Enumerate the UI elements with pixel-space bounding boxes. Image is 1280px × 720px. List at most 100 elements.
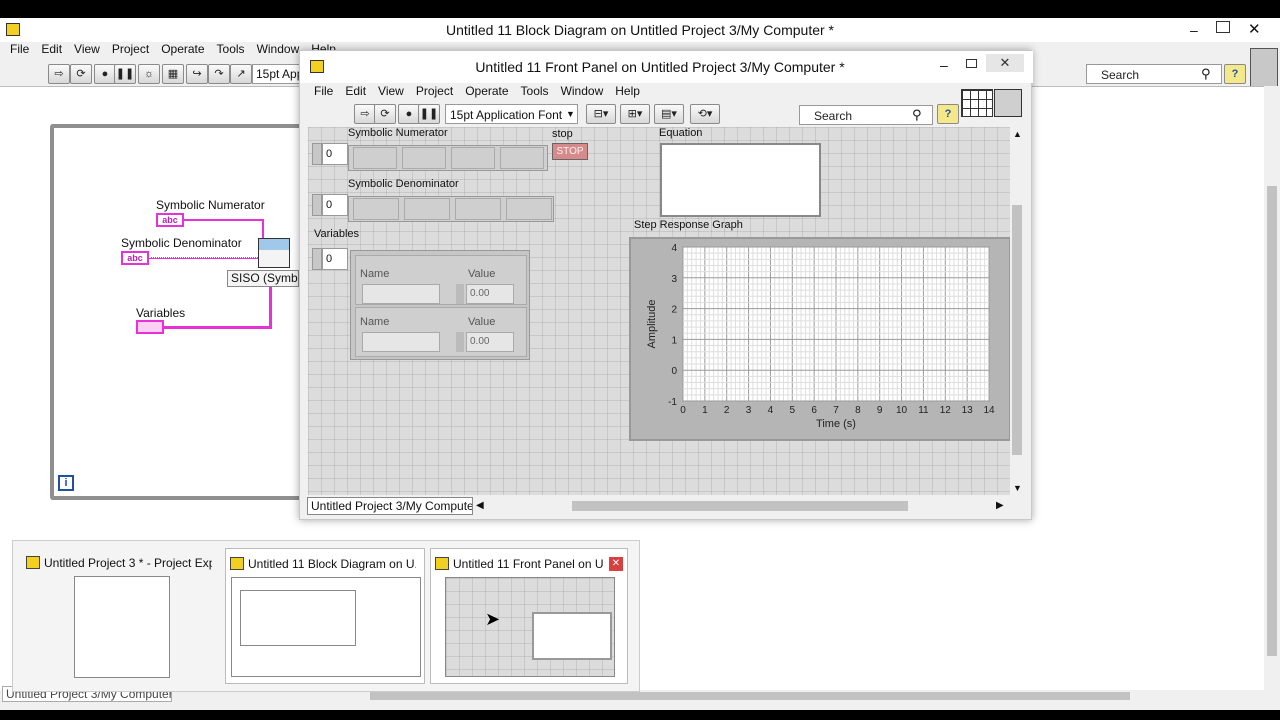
pause-icon[interactable]: ❚❚: [114, 64, 136, 84]
fp-menu-file[interactable]: File: [308, 80, 339, 102]
denominator-array[interactable]: [348, 196, 554, 222]
fp-menu-edit[interactable]: Edit: [339, 80, 372, 102]
fp-menu-tools[interactable]: Tools: [515, 80, 555, 102]
graph-plot-svg[interactable]: 0 1 2 3 4 5 6 7 8 9 10 11 12 13 1443210-1Time (s)Ampli…: [631, 239, 1009, 439]
variables-index[interactable]: 0: [322, 248, 348, 270]
siso-polymorphic-selector[interactable]: SISO (Symboli: [227, 270, 299, 287]
denominator-index-incrementer[interactable]: [312, 194, 322, 216]
numerator-array[interactable]: [348, 145, 548, 171]
bd-font-select[interactable]: 15pt App: [252, 64, 302, 84]
variable-cluster[interactable]: Name Value 0.00: [355, 307, 527, 357]
numerator-terminal[interactable]: abc: [156, 213, 184, 227]
fp-scroll-right-icon[interactable]: ▶: [996, 500, 1004, 511]
numerator-cell[interactable]: [402, 147, 446, 169]
numerator-cell[interactable]: [500, 147, 544, 169]
fp-search-icon[interactable]: ⚲: [912, 107, 922, 123]
fp-maximize-icon[interactable]: [966, 59, 977, 68]
bd-search-input[interactable]: Search ⚲: [1086, 64, 1222, 84]
denominator-cell[interactable]: [455, 198, 501, 220]
bd-menu-tools[interactable]: Tools: [211, 38, 251, 60]
variable-value-field[interactable]: 0.00: [466, 332, 514, 352]
fp-search-input[interactable]: Search ⚲: [799, 105, 933, 125]
fp-run-continuous-icon[interactable]: ⟳: [374, 104, 396, 124]
numerator-cell[interactable]: [353, 147, 397, 169]
fp-scroll-down-icon[interactable]: ▼: [1013, 483, 1022, 493]
thumbnail-close-icon[interactable]: ✕: [609, 557, 623, 571]
resize-objects-icon[interactable]: ▤▾: [654, 104, 684, 124]
restore-icon[interactable]: [1216, 21, 1230, 33]
fp-menu-window[interactable]: Window: [555, 80, 610, 102]
fp-run-arrow-icon[interactable]: ⇨: [354, 104, 376, 124]
fp-font-select[interactable]: 15pt Application Font ▼: [445, 104, 578, 124]
fp-horizontal-scrollbar[interactable]: [488, 499, 998, 513]
fp-vertical-scrollbar[interactable]: ▲ ▼: [1010, 127, 1024, 495]
variable-value-incrementer[interactable]: [456, 284, 464, 304]
run-arrow-icon[interactable]: ⇨: [48, 64, 70, 84]
variables-array[interactable]: Name Value 0.00 Name Value 0.00: [350, 250, 530, 360]
variables-wire-v[interactable]: [269, 280, 272, 328]
bd-menu-project[interactable]: Project: [106, 38, 155, 60]
variables-wire-h[interactable]: [164, 326, 272, 329]
variable-name-field[interactable]: [362, 332, 440, 352]
step-out-icon[interactable]: ↗: [230, 64, 252, 84]
fp-pause-icon[interactable]: ❚❚: [418, 104, 440, 124]
highlight-execution-icon[interactable]: ☼: [138, 64, 160, 84]
close-icon[interactable]: ✕: [1248, 20, 1261, 38]
distribute-objects-icon[interactable]: ⊞▾: [620, 104, 650, 124]
denominator-wire[interactable]: [149, 257, 259, 259]
fp-minimize-icon[interactable]: –: [940, 57, 948, 73]
construct-tf-model-node[interactable]: [258, 238, 290, 268]
denominator-index[interactable]: 0: [322, 194, 348, 216]
thumbnail-project-explorer[interactable]: Untitled Project 3 * - Project Exp...: [22, 548, 222, 684]
bd-menu-view[interactable]: View: [68, 38, 106, 60]
fp-menu-operate[interactable]: Operate: [459, 80, 514, 102]
denominator-cell[interactable]: [353, 198, 399, 220]
variables-index-incrementer[interactable]: [312, 248, 322, 270]
bd-hscroll-thumb[interactable]: [370, 692, 1130, 700]
denominator-cell[interactable]: [506, 198, 552, 220]
numerator-cell[interactable]: [451, 147, 495, 169]
step-response-graph[interactable]: 0 1 2 3 4 5 6 7 8 9 10 11 12 13 14 4 3 2 1 0 -1 Time (s) Ampli…: [629, 237, 1011, 441]
variable-cluster[interactable]: Name Value 0.00: [355, 255, 527, 305]
variable-name-field[interactable]: [362, 284, 440, 304]
variable-value-field[interactable]: 0.00: [466, 284, 514, 304]
connector-pane-icon[interactable]: [961, 89, 993, 117]
thumbnail-block-diagram[interactable]: Untitled 11 Block Diagram on U...: [225, 548, 425, 684]
bd-menu-edit[interactable]: Edit: [35, 38, 68, 60]
reorder-icon[interactable]: ⟲▾: [690, 104, 720, 124]
bd-vertical-scrollbar[interactable]: [1264, 86, 1280, 690]
minimize-icon[interactable]: –: [1190, 22, 1206, 38]
fp-scroll-left-icon[interactable]: ◀: [476, 500, 484, 511]
fp-menu-view[interactable]: View: [372, 80, 410, 102]
abort-icon[interactable]: ●: [94, 64, 116, 84]
bd-scroll-thumb[interactable]: [1267, 186, 1277, 656]
retain-wire-values-icon[interactable]: ▦: [162, 64, 184, 84]
fp-context-help-icon[interactable]: ?: [937, 104, 959, 124]
fp-title-bar[interactable]: Untitled 11 Front Panel on Untitled Proj…: [300, 51, 1033, 83]
variables-terminal[interactable]: [136, 320, 164, 334]
bd-menu-window[interactable]: Window: [251, 38, 306, 60]
fp-hscroll-thumb[interactable]: [572, 501, 908, 511]
fp-menu-help[interactable]: Help: [609, 80, 646, 102]
run-continuous-icon[interactable]: ⟳: [70, 64, 92, 84]
numerator-wire-h[interactable]: [184, 219, 264, 221]
vi-icon[interactable]: [994, 89, 1022, 117]
fp-scroll-thumb[interactable]: [1012, 205, 1022, 455]
variable-value-incrementer[interactable]: [456, 332, 464, 352]
stop-button[interactable]: STOP: [552, 143, 588, 160]
numerator-index[interactable]: 0: [322, 143, 348, 165]
fp-close-icon[interactable]: ✕: [986, 54, 1024, 72]
context-help-icon[interactable]: ?: [1224, 64, 1246, 84]
bd-menu-file[interactable]: File: [4, 38, 35, 60]
align-objects-icon[interactable]: ⊟▾: [586, 104, 616, 124]
fp-scroll-up-icon[interactable]: ▲: [1013, 129, 1022, 139]
numerator-index-incrementer[interactable]: [312, 143, 322, 165]
denominator-cell[interactable]: [404, 198, 450, 220]
fp-abort-icon[interactable]: ●: [398, 104, 420, 124]
fp-menu-project[interactable]: Project: [410, 80, 459, 102]
step-into-icon[interactable]: ↪: [186, 64, 208, 84]
bd-menu-operate[interactable]: Operate: [155, 38, 210, 60]
thumbnail-front-panel[interactable]: Untitled 11 Front Panel on U... ✕ ➤: [430, 548, 628, 684]
denominator-terminal[interactable]: abc: [121, 251, 149, 265]
search-icon[interactable]: ⚲: [1201, 66, 1211, 82]
